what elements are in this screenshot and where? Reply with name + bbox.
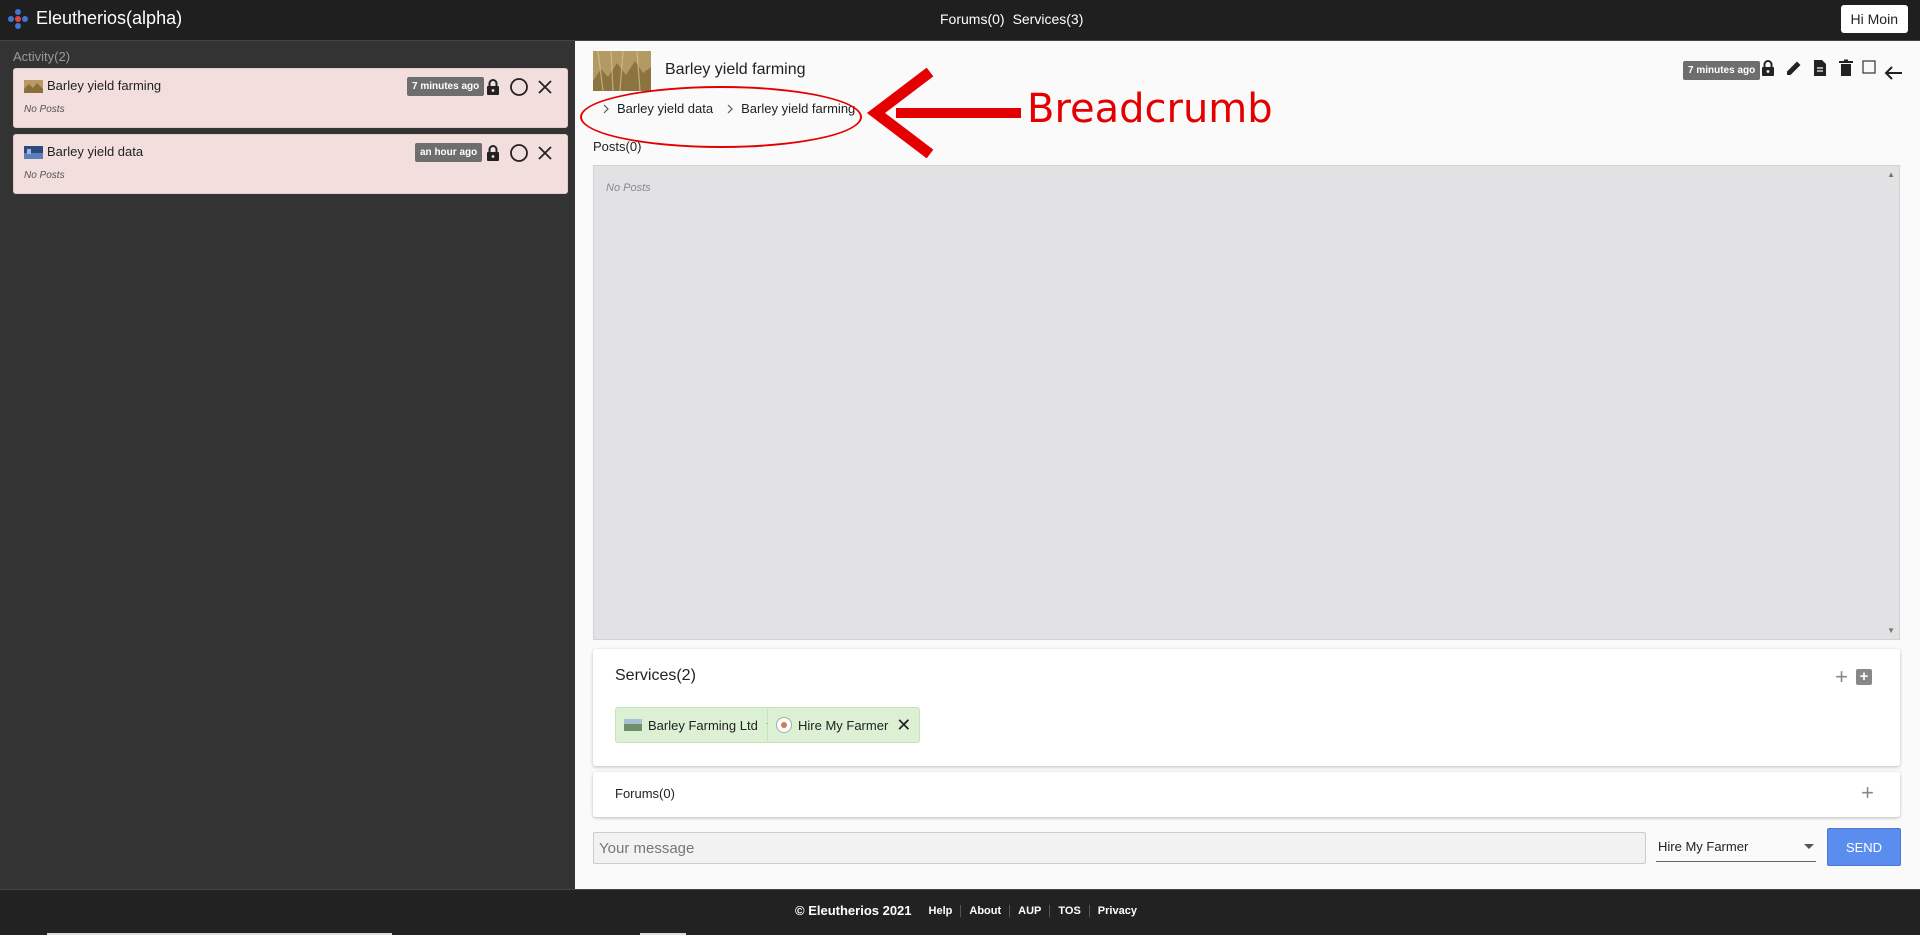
top-bar: Eleutherios(alpha) Forums(0) Services(3)… xyxy=(0,0,1920,41)
footer-link-about[interactable]: About xyxy=(961,904,1011,917)
forum-image xyxy=(593,51,651,91)
forum-thumbnail-icon xyxy=(24,146,43,159)
forums-heading: Forums(0) xyxy=(615,786,675,801)
service-select-field[interactable]: Hire My Farmer xyxy=(1656,832,1816,860)
forum-panel: Barley yield farming 7 minutes ago Barle… xyxy=(575,41,1920,889)
nav-services-link[interactable]: Services(3) xyxy=(1013,11,1084,27)
annotation-label: Breadcrumb xyxy=(1027,86,1273,132)
send-button[interactable]: SEND xyxy=(1827,828,1901,866)
top-nav: Forums(0) Services(3) xyxy=(940,11,1083,27)
delete-icon[interactable] xyxy=(1835,57,1857,79)
close-icon[interactable] xyxy=(535,143,555,163)
forum-thumbnail-icon xyxy=(24,80,43,93)
lock-icon[interactable] xyxy=(483,143,503,163)
service-chip[interactable]: Barley Farming Ltd xyxy=(615,707,785,743)
activity-item[interactable]: Barley yield farming No Posts 7 minutes … xyxy=(13,68,568,128)
services-panel: Services(2) + + Barley Farming Ltd Hire … xyxy=(593,649,1900,766)
activity-item-subtitle: No Posts xyxy=(24,170,65,181)
footer-link-aup[interactable]: AUP xyxy=(1010,904,1051,917)
user-menu-button[interactable]: Hi Moin xyxy=(1840,5,1908,33)
back-arrow-icon[interactable] xyxy=(1882,61,1904,83)
service-select[interactable]: Hire My Farmer xyxy=(1656,832,1816,862)
service-avatar-icon xyxy=(776,717,792,733)
copyright-text: © Eleutherios 2021 xyxy=(795,903,912,918)
activity-item-title: Barley yield farming xyxy=(47,78,162,93)
message-input[interactable] xyxy=(593,832,1646,864)
posts-list[interactable]: No Posts ▲ ▼ xyxy=(593,165,1900,640)
activity-sidebar: Activity(2) Barley yield farming No Post… xyxy=(0,41,575,889)
app-logo-icon xyxy=(8,8,28,29)
add-forum-icon[interactable]: + xyxy=(1861,782,1874,804)
forum-title: Barley yield farming xyxy=(665,61,806,78)
app-brand[interactable]: Eleutherios(alpha) xyxy=(8,8,182,29)
posts-empty-text: No Posts xyxy=(606,182,651,194)
scroll-up-icon[interactable]: ▲ xyxy=(1887,170,1895,179)
lock-icon[interactable] xyxy=(483,77,503,97)
activity-item-title: Barley yield data xyxy=(47,144,144,159)
scroll-down-icon[interactable]: ▼ xyxy=(1887,626,1895,635)
remove-service-icon[interactable]: ✕ xyxy=(896,716,911,734)
circle-toggle-icon[interactable] xyxy=(509,77,529,97)
activity-item-subtitle: No Posts xyxy=(24,104,65,115)
annotation-arrow-icon xyxy=(866,68,1021,158)
services-heading: Services(2) xyxy=(615,667,696,684)
close-icon[interactable] xyxy=(535,77,555,97)
activity-heading: Activity(2) xyxy=(13,49,71,64)
nav-forums-link[interactable]: Forums(0) xyxy=(940,11,1005,27)
footer-link-privacy[interactable]: Privacy xyxy=(1090,905,1145,917)
annotation-ellipse xyxy=(580,86,862,148)
add-box-icon[interactable]: + xyxy=(1856,669,1872,685)
footer-links: © Eleutherios 2021 Help About AUP TOS Pr… xyxy=(795,903,1145,918)
footer-link-help[interactable]: Help xyxy=(921,904,962,917)
service-chip-label: Barley Farming Ltd xyxy=(648,717,758,733)
edit-icon[interactable] xyxy=(1783,57,1805,79)
service-chip-label: Hire My Farmer xyxy=(798,717,889,733)
service-chip[interactable]: Hire My Farmer ✕ xyxy=(767,707,921,743)
footer: © Eleutherios 2021 Help About AUP TOS Pr… xyxy=(0,889,1920,935)
time-badge: an hour ago xyxy=(415,143,483,162)
circle-toggle-icon[interactable] xyxy=(509,143,529,163)
lock-icon[interactable] xyxy=(1757,57,1779,79)
footer-link-tos[interactable]: TOS xyxy=(1050,904,1090,917)
time-badge: 7 minutes ago xyxy=(1683,61,1761,80)
service-thumbnail-icon xyxy=(624,719,642,731)
add-service-icon[interactable]: + xyxy=(1835,666,1848,688)
activity-item[interactable]: Barley yield data No Posts an hour ago xyxy=(13,134,568,194)
forums-panel: Forums(0) + xyxy=(593,772,1900,817)
document-icon[interactable] xyxy=(1809,57,1831,79)
checkbox-icon[interactable] xyxy=(1859,57,1881,79)
time-badge: 7 minutes ago xyxy=(407,77,485,96)
app-title: Eleutherios(alpha) xyxy=(36,8,183,28)
